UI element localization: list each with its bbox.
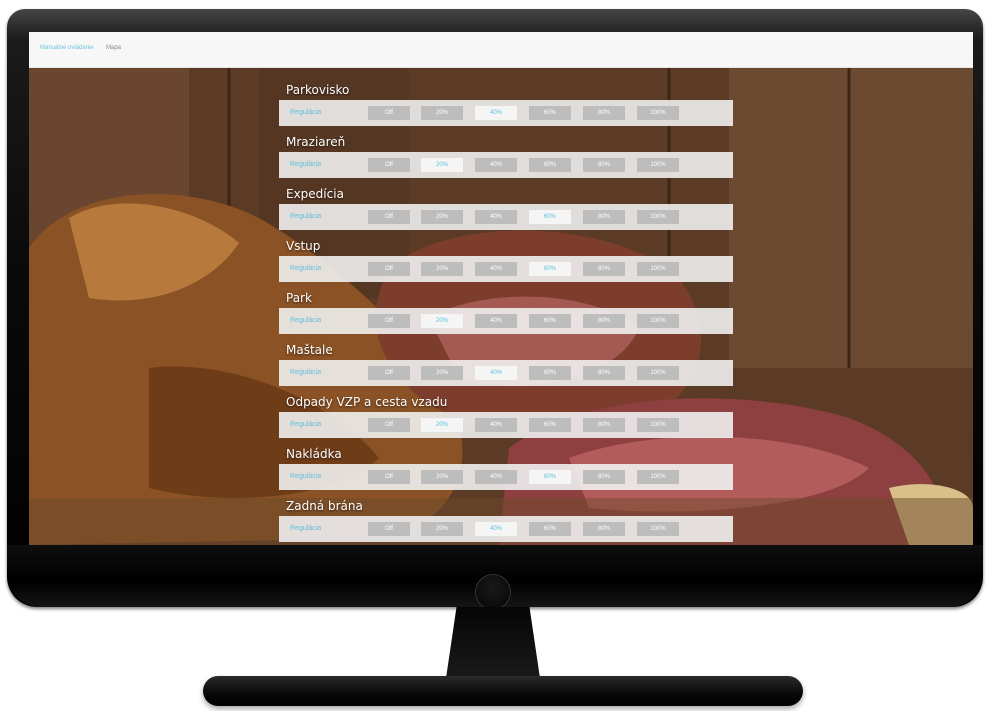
level-40-button[interactable]: 40% <box>475 158 517 172</box>
zone-control-bar: Regulácia Off 20% 40% 60% 80% 100% <box>279 308 733 334</box>
nav-map[interactable]: Mapa <box>106 45 121 51</box>
regulation-link[interactable]: Regulácia <box>290 525 321 532</box>
level-80-button[interactable]: 80% <box>583 314 625 328</box>
level-80-button[interactable]: 80% <box>583 262 625 276</box>
zone-control-bar: Regulácia Off 20% 40% 60% 80% 100% <box>279 204 733 230</box>
level-100-button[interactable]: 100% <box>637 366 679 380</box>
level-off-button[interactable]: Off <box>368 158 410 172</box>
level-40-button[interactable]: 40% <box>475 522 517 536</box>
level-off-button[interactable]: Off <box>368 210 410 224</box>
level-100-button[interactable]: 100% <box>637 262 679 276</box>
level-80-button[interactable]: 80% <box>583 366 625 380</box>
monitor-stand-base <box>203 676 803 706</box>
level-20-button[interactable]: 20% <box>421 470 463 484</box>
level-100-button[interactable]: 100% <box>637 522 679 536</box>
level-80-button[interactable]: 80% <box>583 158 625 172</box>
app-screen: Manuálne ovládanie Mapa Parkovisko Regul… <box>29 32 973 545</box>
regulation-link[interactable]: Regulácia <box>290 109 321 116</box>
level-60-button[interactable]: 60% <box>529 158 571 172</box>
level-20-button[interactable]: 20% <box>421 366 463 380</box>
level-60-button[interactable]: 60% <box>529 366 571 380</box>
level-60-button[interactable]: 60% <box>529 418 571 432</box>
level-20-button[interactable]: 20% <box>421 314 463 328</box>
level-100-button[interactable]: 100% <box>637 106 679 120</box>
level-40-button[interactable]: 40% <box>475 314 517 328</box>
zone-control-bar: Regulácia Off 20% 40% 60% 80% 100% <box>279 412 733 438</box>
level-20-button[interactable]: 20% <box>421 106 463 120</box>
level-40-button[interactable]: 40% <box>475 262 517 276</box>
level-60-button[interactable]: 60% <box>529 210 571 224</box>
level-20-button[interactable]: 20% <box>421 158 463 172</box>
level-off-button[interactable]: Off <box>368 262 410 276</box>
zone-control-bar: Regulácia Off 20% 40% 60% 80% 100% <box>279 152 733 178</box>
power-button-icon <box>475 574 511 610</box>
regulation-link[interactable]: Regulácia <box>290 421 321 428</box>
zone-control-bar: Regulácia Off 20% 40% 60% 80% 100% <box>279 256 733 282</box>
regulation-link[interactable]: Regulácia <box>290 161 321 168</box>
regulation-link[interactable]: Regulácia <box>290 369 321 376</box>
monitor-stand-neck <box>445 607 541 685</box>
top-navbar: Manuálne ovládanie Mapa <box>29 32 973 68</box>
zone-control-bar: Regulácia Off 20% 40% 60% 80% 100% <box>279 464 733 490</box>
level-20-button[interactable]: 20% <box>421 418 463 432</box>
zone-control-bar: Regulácia Off 20% 40% 60% 80% 100% <box>279 360 733 386</box>
level-60-button[interactable]: 60% <box>529 314 571 328</box>
level-20-button[interactable]: 20% <box>421 262 463 276</box>
regulation-link[interactable]: Regulácia <box>290 213 321 220</box>
level-80-button[interactable]: 80% <box>583 106 625 120</box>
level-40-button[interactable]: 40% <box>475 470 517 484</box>
level-100-button[interactable]: 100% <box>637 418 679 432</box>
level-20-button[interactable]: 20% <box>421 522 463 536</box>
regulation-link[interactable]: Regulácia <box>290 473 321 480</box>
zone-control-bar: Regulácia Off 20% 40% 60% 80% 100% <box>279 100 733 126</box>
level-off-button[interactable]: Off <box>368 106 410 120</box>
level-40-button[interactable]: 40% <box>475 418 517 432</box>
level-100-button[interactable]: 100% <box>637 158 679 172</box>
zone-title: Expedícia <box>286 187 344 201</box>
zone-title: Zadná brána <box>286 499 363 513</box>
level-60-button[interactable]: 60% <box>529 522 571 536</box>
level-80-button[interactable]: 80% <box>583 470 625 484</box>
level-80-button[interactable]: 80% <box>583 522 625 536</box>
zone-title: Odpady VZP a cesta vzadu <box>286 395 448 409</box>
level-off-button[interactable]: Off <box>368 418 410 432</box>
level-40-button[interactable]: 40% <box>475 210 517 224</box>
level-off-button[interactable]: Off <box>368 314 410 328</box>
level-off-button[interactable]: Off <box>368 366 410 380</box>
zone-title: Maštale <box>286 343 333 357</box>
zone-title: Park <box>286 291 312 305</box>
level-100-button[interactable]: 100% <box>637 470 679 484</box>
level-40-button[interactable]: 40% <box>475 366 517 380</box>
zone-title: Nakládka <box>286 447 342 461</box>
zone-title: Mraziareň <box>286 135 346 149</box>
level-100-button[interactable]: 100% <box>637 314 679 328</box>
level-off-button[interactable]: Off <box>368 522 410 536</box>
level-80-button[interactable]: 80% <box>583 210 625 224</box>
zone-title: Vstup <box>286 239 321 253</box>
level-60-button[interactable]: 60% <box>529 106 571 120</box>
regulation-link[interactable]: Regulácia <box>290 265 321 272</box>
level-80-button[interactable]: 80% <box>583 418 625 432</box>
zone-control-bar: Regulácia Off 20% 40% 60% 80% 100% <box>279 516 733 542</box>
level-40-button[interactable]: 40% <box>475 106 517 120</box>
level-off-button[interactable]: Off <box>368 470 410 484</box>
nav-manual-control[interactable]: Manuálne ovládanie <box>40 45 94 51</box>
level-60-button[interactable]: 60% <box>529 262 571 276</box>
zone-title: Parkovisko <box>286 83 350 97</box>
level-100-button[interactable]: 100% <box>637 210 679 224</box>
regulation-link[interactable]: Regulácia <box>290 317 321 324</box>
level-20-button[interactable]: 20% <box>421 210 463 224</box>
level-60-button[interactable]: 60% <box>529 470 571 484</box>
